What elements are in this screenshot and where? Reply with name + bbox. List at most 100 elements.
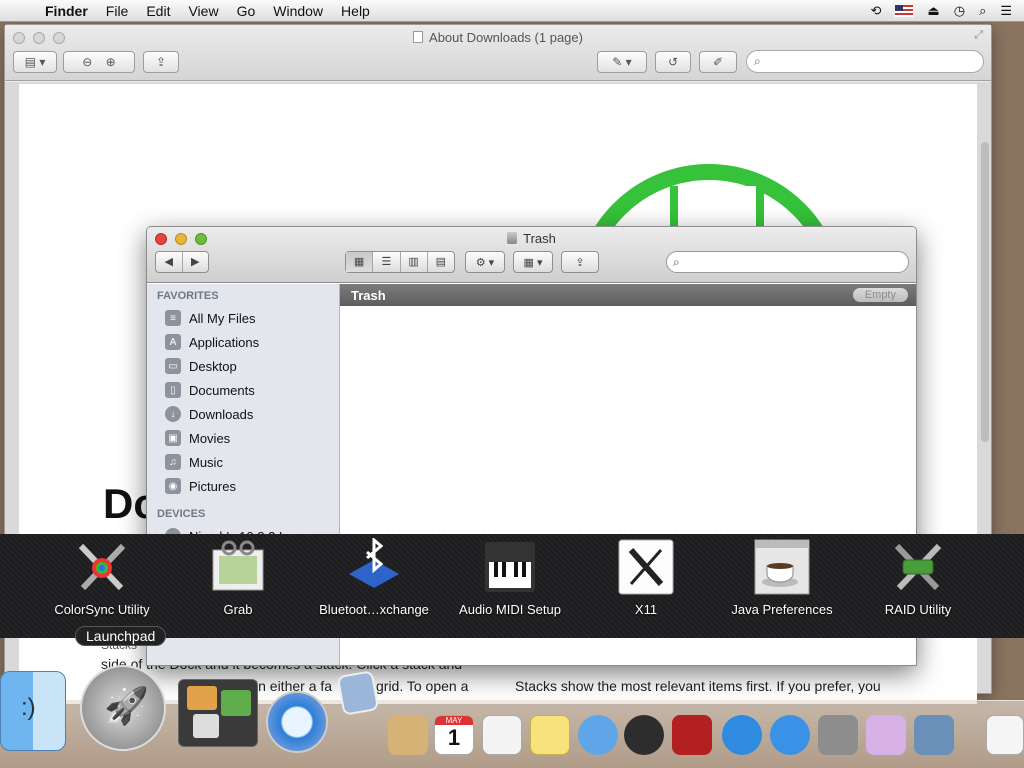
dock-document-icon[interactable] bbox=[986, 715, 1024, 755]
dock-messages-icon[interactable] bbox=[578, 715, 618, 755]
empty-trash-button[interactable]: Empty bbox=[852, 288, 908, 302]
share-button[interactable]: ⇪ bbox=[143, 51, 179, 73]
dock-automator-icon[interactable] bbox=[866, 715, 906, 755]
sidebar-item-movies[interactable]: ▣ Movies bbox=[147, 426, 339, 450]
dock-system-preferences-icon[interactable] bbox=[818, 715, 858, 755]
launchpad-tooltip: Launchpad bbox=[75, 626, 167, 646]
dock-stickies-icon[interactable] bbox=[530, 715, 570, 755]
sidebar-item-desktop[interactable]: ▭ Desktop bbox=[147, 354, 339, 378]
menu-edit[interactable]: Edit bbox=[137, 0, 179, 22]
grab-icon bbox=[209, 538, 267, 596]
devices-heading: DEVICES bbox=[157, 508, 206, 520]
stack-app-grab[interactable]: Grab bbox=[170, 538, 306, 617]
share-icon: ⇪ bbox=[575, 256, 585, 269]
dock-reminders-icon[interactable] bbox=[482, 715, 522, 755]
menu-app-finder[interactable]: Finder bbox=[36, 0, 97, 22]
status-menus: ⟲ ⏏ ◷ ⌕ ☰ bbox=[871, 3, 1024, 19]
dock-iphoto-icon[interactable] bbox=[914, 715, 954, 755]
favorites-heading: FAVORITES bbox=[157, 290, 219, 302]
bluetooth-icon bbox=[345, 536, 403, 596]
list-view-icon[interactable]: ☰ bbox=[373, 252, 401, 272]
dock-calendar-icon[interactable]: MAY 1 bbox=[434, 715, 474, 755]
menu-window[interactable]: Window bbox=[264, 0, 332, 22]
preview-vertical-scrollbar[interactable] bbox=[981, 142, 989, 442]
eject-icon[interactable]: ⏏ bbox=[927, 3, 939, 19]
stack-app-raid-utility[interactable]: RAID Utility bbox=[850, 538, 986, 617]
sidebar-item-documents[interactable]: ▯ Documents bbox=[147, 378, 339, 402]
sidebar-item-label: Applications bbox=[189, 334, 260, 350]
menu-view[interactable]: View bbox=[179, 0, 227, 22]
stack-app-bluetooth-exchange[interactable]: Bluetoot…xchange bbox=[306, 536, 442, 617]
doc-text-line4: Stacks show the most relevant items firs… bbox=[515, 678, 881, 694]
sidebar-item-downloads[interactable]: ↓ Downloads bbox=[147, 402, 339, 426]
finder-title: Trash bbox=[147, 231, 916, 246]
annotate-button[interactable]: ✎ ▾ bbox=[597, 51, 647, 73]
finder-title-text: Trash bbox=[523, 231, 556, 246]
midi-keyboard-icon bbox=[481, 538, 539, 596]
preview-title-text: About Downloads (1 page) bbox=[429, 30, 583, 45]
sidebar-item-music[interactable]: ♫ Music bbox=[147, 450, 339, 474]
sidebar-toggle-button[interactable]: ▤ ▾ bbox=[13, 51, 57, 73]
coverflow-view-icon[interactable]: ▤ bbox=[428, 252, 454, 272]
dock-launchpad-icon[interactable] bbox=[80, 665, 166, 751]
music-icon: ♫ bbox=[165, 454, 181, 470]
edit-toolbar-button[interactable]: ✐ bbox=[699, 51, 737, 73]
trash-path-header: Trash Empty bbox=[340, 284, 916, 306]
all-files-icon: ≡ bbox=[165, 310, 181, 326]
dock-facetime-icon[interactable] bbox=[624, 715, 664, 755]
stack-app-x11[interactable]: X11 bbox=[578, 538, 714, 617]
menu-file[interactable]: File bbox=[97, 0, 138, 22]
dock-applications-stack-icon[interactable] bbox=[178, 679, 258, 747]
arrange-button[interactable]: ▦ ▾ bbox=[513, 251, 553, 273]
dock-itunes-icon[interactable] bbox=[722, 715, 762, 755]
forward-arrow-icon[interactable]: ▶ bbox=[183, 252, 209, 272]
stack-app-java-preferences[interactable]: Java Preferences bbox=[714, 538, 850, 617]
spotlight-icon[interactable]: ⌕ bbox=[979, 3, 986, 19]
dock-app-store-icon[interactable] bbox=[770, 715, 810, 755]
menu-bar: Finder File Edit View Go Window Help ⟲ ⏏… bbox=[0, 0, 1024, 22]
sidebar-item-all-my-files[interactable]: ≡ All My Files bbox=[147, 306, 339, 330]
notification-center-icon[interactable]: ☰ bbox=[1000, 3, 1012, 19]
gear-icon: ⚙ ▾ bbox=[475, 256, 495, 269]
zoom-in-icon[interactable]: ⊕ bbox=[106, 55, 116, 69]
pictures-icon: ◉ bbox=[165, 478, 181, 494]
colorsync-icon bbox=[73, 538, 131, 596]
zoom-buttons[interactable]: ⊖ ⊕ bbox=[63, 51, 135, 73]
stack-app-label: Audio MIDI Setup bbox=[459, 602, 561, 617]
stack-app-audio-midi-setup[interactable]: Audio MIDI Setup bbox=[442, 538, 578, 617]
back-arrow-icon[interactable]: ◀ bbox=[156, 252, 183, 272]
downloads-icon: ↓ bbox=[165, 406, 181, 422]
column-view-icon[interactable]: ▥ bbox=[401, 252, 428, 272]
finder-share-button[interactable]: ⇪ bbox=[561, 251, 599, 273]
back-forward-buttons[interactable]: ◀ ▶ bbox=[155, 251, 209, 273]
dock-safari-icon[interactable] bbox=[266, 691, 328, 753]
pdf-document-icon bbox=[413, 31, 424, 43]
icon-view-icon[interactable]: ▦ bbox=[346, 252, 374, 272]
sidebar-item-label: Desktop bbox=[189, 358, 237, 374]
finder-search-field[interactable]: ⌕ bbox=[666, 251, 909, 273]
fullscreen-icon[interactable]: ⤢ bbox=[974, 29, 983, 42]
rotate-button[interactable]: ↺ bbox=[655, 51, 691, 73]
time-machine-icon[interactable]: ⟲ bbox=[871, 3, 882, 19]
preview-search-field[interactable]: ⌕ bbox=[746, 50, 984, 73]
menu-go[interactable]: Go bbox=[228, 0, 265, 22]
sidebar-item-pictures[interactable]: ◉ Pictures bbox=[147, 474, 339, 498]
action-gear-button[interactable]: ⚙ ▾ bbox=[465, 251, 505, 273]
dock-photo-booth-icon[interactable] bbox=[672, 715, 712, 755]
view-mode-buttons[interactable]: ▦ ☰ ▥ ▤ bbox=[345, 251, 455, 273]
calendar-day-label: 1 bbox=[447, 725, 461, 750]
clock-icon[interactable]: ◷ bbox=[954, 3, 965, 19]
trash-icon bbox=[507, 232, 518, 244]
dock-finder-icon[interactable] bbox=[0, 671, 66, 751]
calendar-month-label: MAY bbox=[435, 716, 473, 725]
zoom-out-icon[interactable]: ⊖ bbox=[82, 55, 92, 69]
stack-app-label: Java Preferences bbox=[731, 602, 833, 617]
input-source-flag-icon[interactable] bbox=[895, 4, 914, 17]
menu-help[interactable]: Help bbox=[332, 0, 379, 22]
search-icon: ⌕ bbox=[754, 54, 761, 68]
sidebar-item-applications[interactable]: A Applications bbox=[147, 330, 339, 354]
stack-app-colorsync-utility[interactable]: ColorSync Utility bbox=[34, 538, 170, 617]
sidebar-item-label: Movies bbox=[189, 430, 231, 446]
dock-contacts-icon[interactable] bbox=[388, 715, 428, 755]
dock-preview-icon[interactable] bbox=[336, 670, 380, 716]
